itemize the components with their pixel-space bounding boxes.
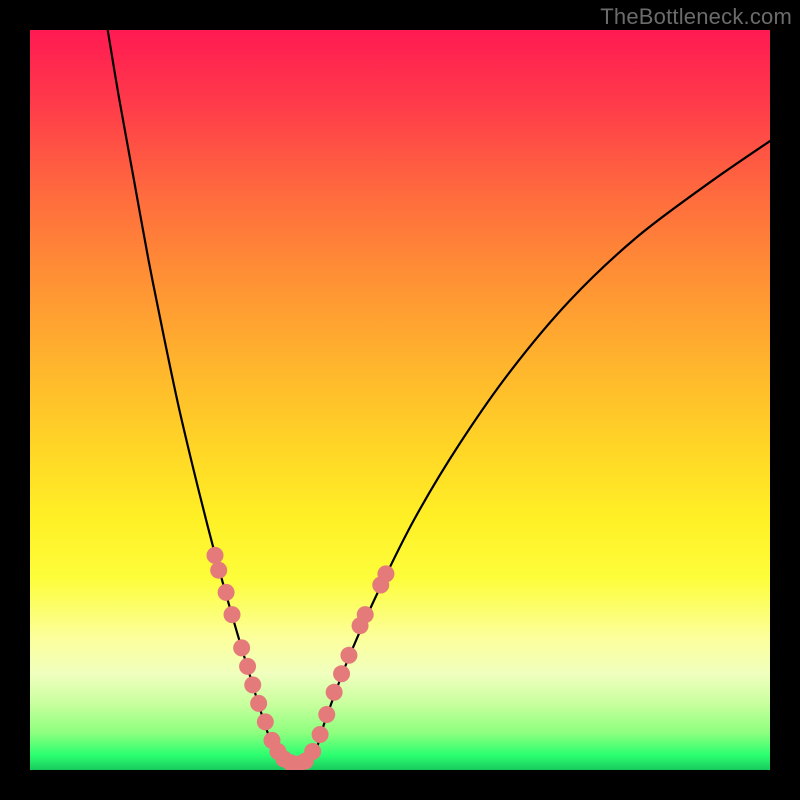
curve-marker (250, 695, 267, 712)
curve-marker (239, 658, 256, 675)
curve-marker (210, 562, 227, 579)
chart-frame: TheBottleneck.com (0, 0, 800, 800)
chart-plot-area (30, 30, 770, 770)
watermark-text: TheBottleneck.com (600, 4, 792, 30)
curve-marker (257, 713, 274, 730)
curve-markers (207, 547, 395, 770)
curve-marker (377, 565, 394, 582)
curve-marker (333, 665, 350, 682)
chart-svg (30, 30, 770, 770)
curve-marker (326, 684, 343, 701)
curve-marker (218, 584, 235, 601)
curve-marker (244, 676, 261, 693)
curve-marker (233, 639, 250, 656)
curve-marker (224, 606, 241, 623)
curve-marker (207, 547, 224, 564)
curve-marker (304, 743, 321, 760)
curve-marker (340, 647, 357, 664)
curve-marker (357, 606, 374, 623)
curve-marker (318, 706, 335, 723)
curve-marker (312, 726, 329, 743)
bottleneck-curve (108, 30, 770, 767)
